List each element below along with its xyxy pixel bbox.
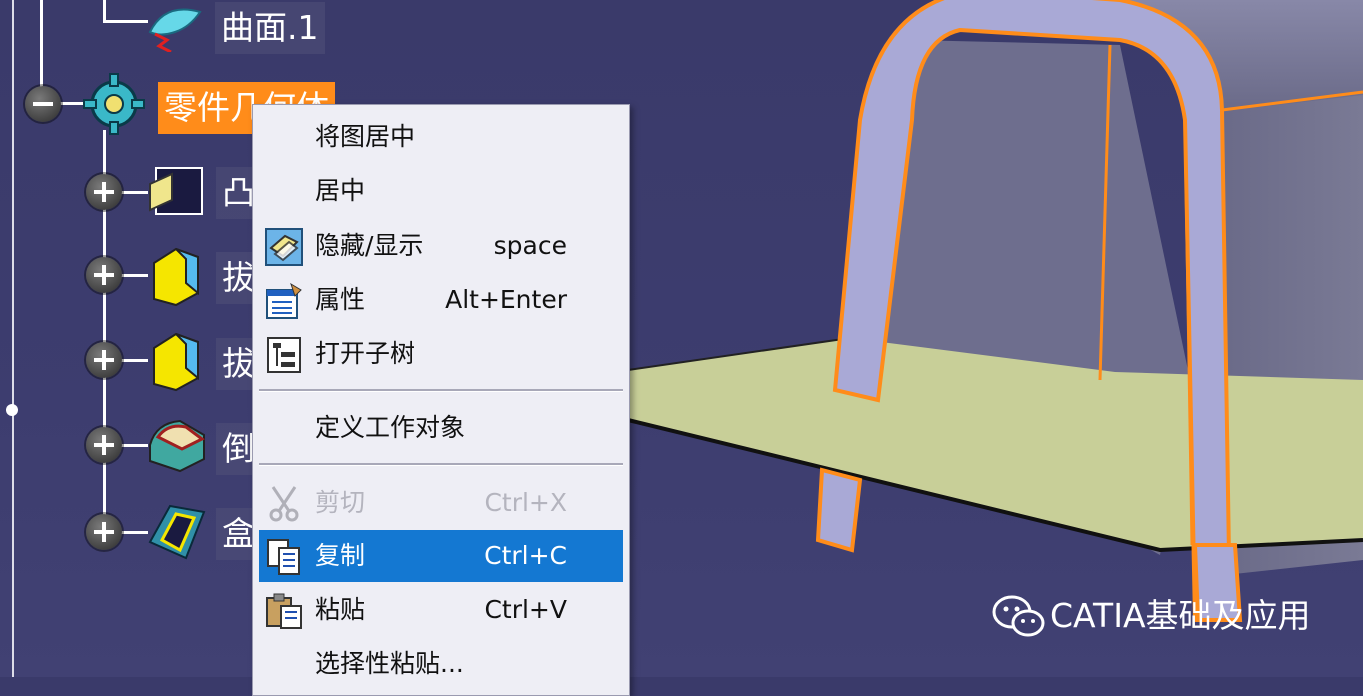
menu-item-label: 隐藏/显示 bbox=[315, 231, 424, 260]
tree-branch-line bbox=[103, 0, 106, 20]
surface-icon[interactable] bbox=[145, 2, 205, 54]
paste-icon bbox=[265, 592, 303, 630]
menu-item-shortcut: Alt+Enter bbox=[445, 285, 567, 314]
menu-item-label: 居中 bbox=[315, 176, 366, 205]
scissors-icon bbox=[265, 485, 303, 523]
draft-icon[interactable] bbox=[146, 328, 206, 392]
menu-item-open-subtree[interactable]: 打开子树 bbox=[259, 328, 623, 380]
menu-item-label: 属性 bbox=[315, 285, 366, 314]
fillet-icon[interactable] bbox=[146, 415, 208, 475]
gear-icon-svg bbox=[83, 73, 145, 135]
copy-icon bbox=[265, 538, 303, 576]
menu-item-paste-special[interactable]: 选择性粘贴... bbox=[259, 638, 623, 690]
draft-icon-svg bbox=[153, 247, 199, 307]
menu-separator bbox=[259, 389, 623, 392]
menu-item-shortcut: Ctrl+C bbox=[484, 541, 567, 570]
model-leg-left bbox=[815, 467, 863, 553]
expand-button[interactable] bbox=[86, 342, 122, 378]
menu-item-reframe-on[interactable]: 将图居中 bbox=[259, 111, 623, 163]
menu-item-paste[interactable]: 粘贴 Ctrl+V bbox=[259, 584, 623, 636]
hide-show-icon-svg bbox=[265, 228, 303, 266]
expand-button[interactable] bbox=[86, 514, 122, 550]
tree-scroll-handle[interactable] bbox=[6, 404, 18, 416]
paste-icon-svg bbox=[266, 593, 302, 629]
draft-icon-svg bbox=[153, 332, 199, 392]
expand-button[interactable] bbox=[86, 427, 122, 463]
menu-item-properties[interactable]: 属性 Alt+Enter bbox=[259, 274, 623, 326]
menu-item-center[interactable]: 居中 bbox=[259, 165, 623, 217]
menu-item-cut[interactable]: 剪切 Ctrl+X bbox=[259, 477, 623, 529]
menu-item-label: 粘贴 bbox=[315, 595, 366, 624]
shell-icon-svg bbox=[148, 504, 206, 560]
menu-item-label: 将图居中 bbox=[315, 122, 416, 151]
menu-separator bbox=[259, 463, 623, 466]
gear-icon[interactable] bbox=[82, 72, 146, 136]
menu-item-copy[interactable]: 复制 Ctrl+C bbox=[259, 530, 623, 582]
tree-branch-line bbox=[103, 20, 148, 23]
shell-icon[interactable] bbox=[146, 502, 208, 562]
wechat-icon-svg bbox=[992, 595, 1045, 637]
properties-icon bbox=[265, 282, 303, 320]
collapse-button[interactable] bbox=[25, 86, 61, 122]
wechat-icon bbox=[992, 594, 1046, 640]
tree-left-border bbox=[12, 0, 14, 677]
menu-item-label: 剪切 bbox=[315, 488, 366, 517]
tree-trunk-line bbox=[40, 0, 43, 100]
expand-button[interactable] bbox=[86, 174, 122, 210]
menu-item-shortcut: space bbox=[493, 231, 567, 260]
menu-item-label: 复制 bbox=[315, 541, 366, 570]
menu-item-shortcut: Ctrl+V bbox=[484, 595, 567, 624]
copy-icon-svg bbox=[267, 539, 300, 575]
pad-icon-svg bbox=[149, 167, 203, 215]
expand-button[interactable] bbox=[86, 257, 122, 293]
watermark-text: CATIA基础及应用 bbox=[1050, 596, 1311, 635]
menu-item-label: 打开子树 bbox=[315, 339, 416, 368]
open-subtree-icon bbox=[265, 336, 303, 374]
draft-icon[interactable] bbox=[146, 243, 206, 307]
menu-item-shortcut: Ctrl+X bbox=[484, 488, 567, 517]
hide-show-icon bbox=[265, 228, 303, 266]
surface-icon-svg bbox=[148, 8, 202, 54]
pad-icon[interactable] bbox=[148, 160, 208, 220]
properties-icon-svg bbox=[266, 282, 302, 319]
menu-item-label: 选择性粘贴... bbox=[315, 649, 464, 678]
menu-item-define-in-work-object[interactable]: 定义工作对象 bbox=[259, 402, 623, 454]
menu-item-label: 定义工作对象 bbox=[315, 413, 466, 442]
open-subtree-icon-svg bbox=[267, 337, 301, 373]
scissors-icon-svg bbox=[269, 486, 299, 522]
menu-item-hide-show[interactable]: 隐藏/显示 space bbox=[259, 220, 623, 272]
tree-label-surface[interactable]: 曲面.1 bbox=[215, 2, 325, 54]
context-menu: 将图居中 居中 隐藏/显示 space 属性 Alt+Enter 打开子树 定义… bbox=[252, 104, 630, 696]
fillet-icon-svg bbox=[149, 419, 205, 473]
